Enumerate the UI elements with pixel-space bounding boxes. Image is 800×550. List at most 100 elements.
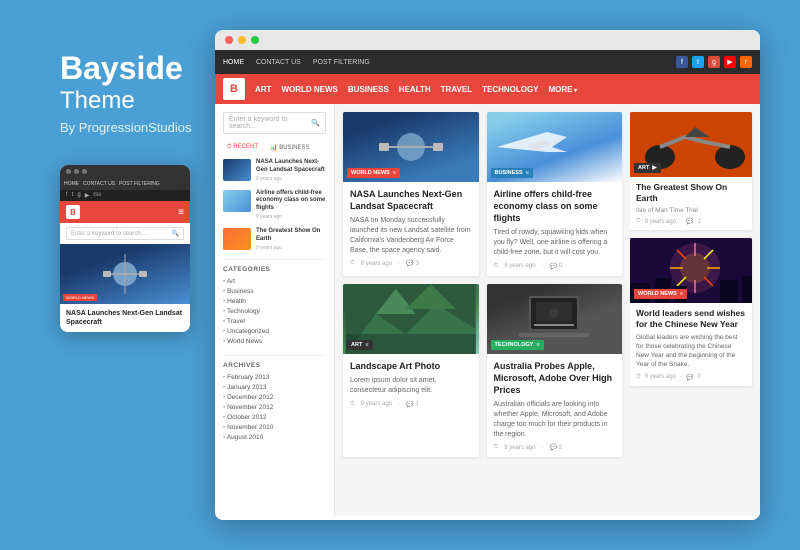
category-uncategorized[interactable]: Uncategorized (223, 327, 326, 337)
article-meta-nasa: ⏱ 9 years ago · 💬 3 (350, 260, 472, 267)
main-navigation: ART WORLD NEWS BUSINESS HEALTH TRAVEL TE… (255, 85, 577, 94)
mobile-logo: B (66, 205, 80, 219)
main-content: WORLD NEWS ≡ NASA Launches Next-Gen Land… (335, 104, 630, 516)
youtube-icon[interactable]: ▶ (724, 56, 736, 68)
googleplus-icon[interactable]: g (708, 56, 720, 68)
mobile-search-placeholder: Enter a keyword to search... (71, 231, 172, 237)
archive-oct-2012[interactable]: October 2012 (223, 413, 326, 423)
article-title-landscape[interactable]: Landscape Art Photo (350, 360, 472, 372)
sidebar-post-date-1: 9 years ago (256, 176, 326, 182)
mobile-nav-post[interactable]: POST FILTERING (119, 181, 160, 187)
mobile-category-badge: WORLD NEWS (63, 294, 97, 301)
article-title-australia[interactable]: Australia Probes Apple, Microsoft, Adobe… (494, 360, 616, 396)
sidebar-search[interactable]: Enter a keyword to search... 🔍 (223, 112, 326, 134)
article-meta-australia: ⏱ 9 years ago · 💬 2 (494, 444, 616, 451)
mobile-search-bar[interactable]: Enter a keyword to search... 🔍 (66, 227, 184, 240)
sidebar-post-thumb-1 (223, 159, 251, 181)
article-badge-airline: BUSINESS ≡ (491, 168, 533, 178)
article-title-airline[interactable]: Airline offers child-free economy class … (494, 188, 616, 224)
mobile-nav-home[interactable]: HOME (64, 181, 79, 187)
sidebar-post-title-3[interactable]: The Greatest Show On Earth (256, 228, 326, 244)
mobile-social-bar: f t g ▶ rss (60, 190, 190, 201)
sidebar-post-title-1[interactable]: NASA Launches Next-Gen Landsat Spacecraf… (256, 159, 326, 175)
sidebar-search-icon[interactable]: 🔍 (311, 119, 320, 127)
clock-icon: ⏱ (227, 144, 232, 150)
article-body-landscape: Landscape Art Photo Lorem ipsum dolor si… (343, 354, 479, 414)
mobile-yt-icon[interactable]: ▶ (85, 192, 90, 199)
sidebar-tab-recent[interactable]: ⏱ RECENT (223, 142, 262, 153)
category-travel[interactable]: Travel (223, 317, 326, 327)
nav-world-news[interactable]: WORLD NEWS (281, 85, 337, 94)
article-title-nasa[interactable]: NASA Launches Next-Gen Landsat Spacecraf… (350, 188, 472, 212)
sidebar-post-info-3: The Greatest Show On Earth 9 years ago (256, 228, 326, 251)
chrome-maximize[interactable] (251, 36, 259, 44)
archive-nov-2010[interactable]: November 2010 (223, 423, 326, 433)
sidebar-post-thumb-2 (223, 190, 251, 212)
nav-more[interactable]: MORE (549, 85, 578, 94)
category-art[interactable]: Art (223, 277, 326, 287)
archive-nov-2012[interactable]: November 2012 (223, 403, 326, 413)
rss-icon[interactable]: r (740, 56, 752, 68)
article-body-nasa: NASA Launches Next-Gen Landsat Spacecraf… (343, 182, 479, 273)
desktop-mockup: HOME CONTACT US POST FILTERING f t g ▶ r… (215, 30, 760, 520)
articles-grid: WORLD NEWS ≡ NASA Launches Next-Gen Land… (343, 112, 622, 457)
mobile-search-icon[interactable]: 🔍 (172, 230, 179, 237)
category-health[interactable]: Health (223, 297, 326, 307)
meta-dot-show: · (680, 219, 682, 225)
right-card-sub-show: Isle of Man Time Trial (636, 207, 746, 214)
nav-contact[interactable]: CONTACT US (256, 59, 301, 66)
mobile-hamburger[interactable]: ≡ (178, 207, 184, 218)
list-icon-airline: ≡ (526, 170, 529, 176)
sidebar-post-title-2[interactable]: Airline offers child-free economy class … (256, 190, 326, 213)
category-business[interactable]: Business (223, 287, 326, 297)
nav-home[interactable]: HOME (223, 59, 244, 66)
categories-heading: CATEGORIES (223, 259, 326, 273)
mobile-tw-icon[interactable]: t (72, 192, 74, 199)
mobile-rss-icon[interactable]: rss (93, 192, 101, 199)
sidebar-post-info-1: NASA Launches Next-Gen Landsat Spacecraf… (256, 159, 326, 182)
mobile-gp-icon[interactable]: g (77, 192, 80, 199)
clock-icon-cny: ⏱ (636, 374, 641, 381)
meta-dot-cny: · (680, 374, 682, 380)
mobile-hero-image: WORLD NEWS (60, 244, 190, 304)
clock-icon-australia: ⏱ (494, 444, 499, 451)
right-card-title-cny[interactable]: World leaders send wishes for the Chines… (636, 308, 746, 330)
category-technology[interactable]: Technology (223, 307, 326, 317)
nav-post-filtering[interactable]: POST FILTERING (313, 59, 370, 66)
video-icon: ▶ (652, 165, 656, 171)
right-card-thumb-fireworks: WORLD NEWS ≡ (630, 238, 752, 303)
article-card-landscape: ART ≡ Landscape Art Photo Lorem ipsum do… (343, 284, 479, 458)
meta-dot-airline: · (542, 263, 544, 269)
nav-art[interactable]: ART (255, 85, 271, 94)
archive-feb-2013[interactable]: February 2013 (223, 373, 326, 383)
sidebar-post-1: NASA Launches Next-Gen Landsat Spacecraf… (223, 159, 326, 182)
article-meta-landscape: ⏱ 9 years ago · 💬 1 (350, 401, 472, 408)
mobile-article-content: NASA Launches Next-Gen Landsat Spacecraf… (60, 304, 190, 332)
archive-jan-2013[interactable]: January 2013 (223, 383, 326, 393)
mobile-dot-2 (74, 169, 79, 174)
mobile-fb-icon[interactable]: f (66, 192, 68, 199)
archive-dec-2012[interactable]: December 2012 (223, 393, 326, 403)
comment-icon-show: 💬 (686, 218, 693, 225)
nav-health[interactable]: HEALTH (399, 85, 431, 94)
categories-list: Art Business Health Technology Travel Un… (223, 277, 326, 347)
sidebar-tab-business[interactable]: 📊 BUSINESS (266, 142, 314, 153)
twitter-icon[interactable]: t (692, 56, 704, 68)
nav-technology[interactable]: TECHNOLOGY (482, 85, 538, 94)
list-icon-landscape: ≡ (365, 342, 368, 348)
nav-business[interactable]: BUSINESS (348, 85, 389, 94)
right-card-title-show[interactable]: The Greatest Show On Earth (636, 182, 746, 204)
category-world-news[interactable]: World News (223, 337, 326, 347)
laptop-svg (514, 291, 594, 346)
mobile-article-title: NASA Launches Next-Gen Landsat Spacecraf… (66, 309, 184, 327)
archive-aug-2010[interactable]: August 2010 (223, 433, 326, 443)
clock-icon-show: ⏱ (636, 218, 641, 225)
mobile-nav-contact[interactable]: CONTACT US (83, 181, 115, 187)
nav-travel[interactable]: TRAVEL (441, 85, 472, 94)
right-card-chinese-new-year: WORLD NEWS ≡ World leaders send wishes f… (630, 238, 752, 385)
mobile-dot-1 (66, 169, 71, 174)
chrome-minimize[interactable] (238, 36, 246, 44)
right-card-body-cny: World leaders send wishes for the Chines… (630, 303, 752, 385)
facebook-icon[interactable]: f (676, 56, 688, 68)
chrome-close[interactable] (225, 36, 233, 44)
